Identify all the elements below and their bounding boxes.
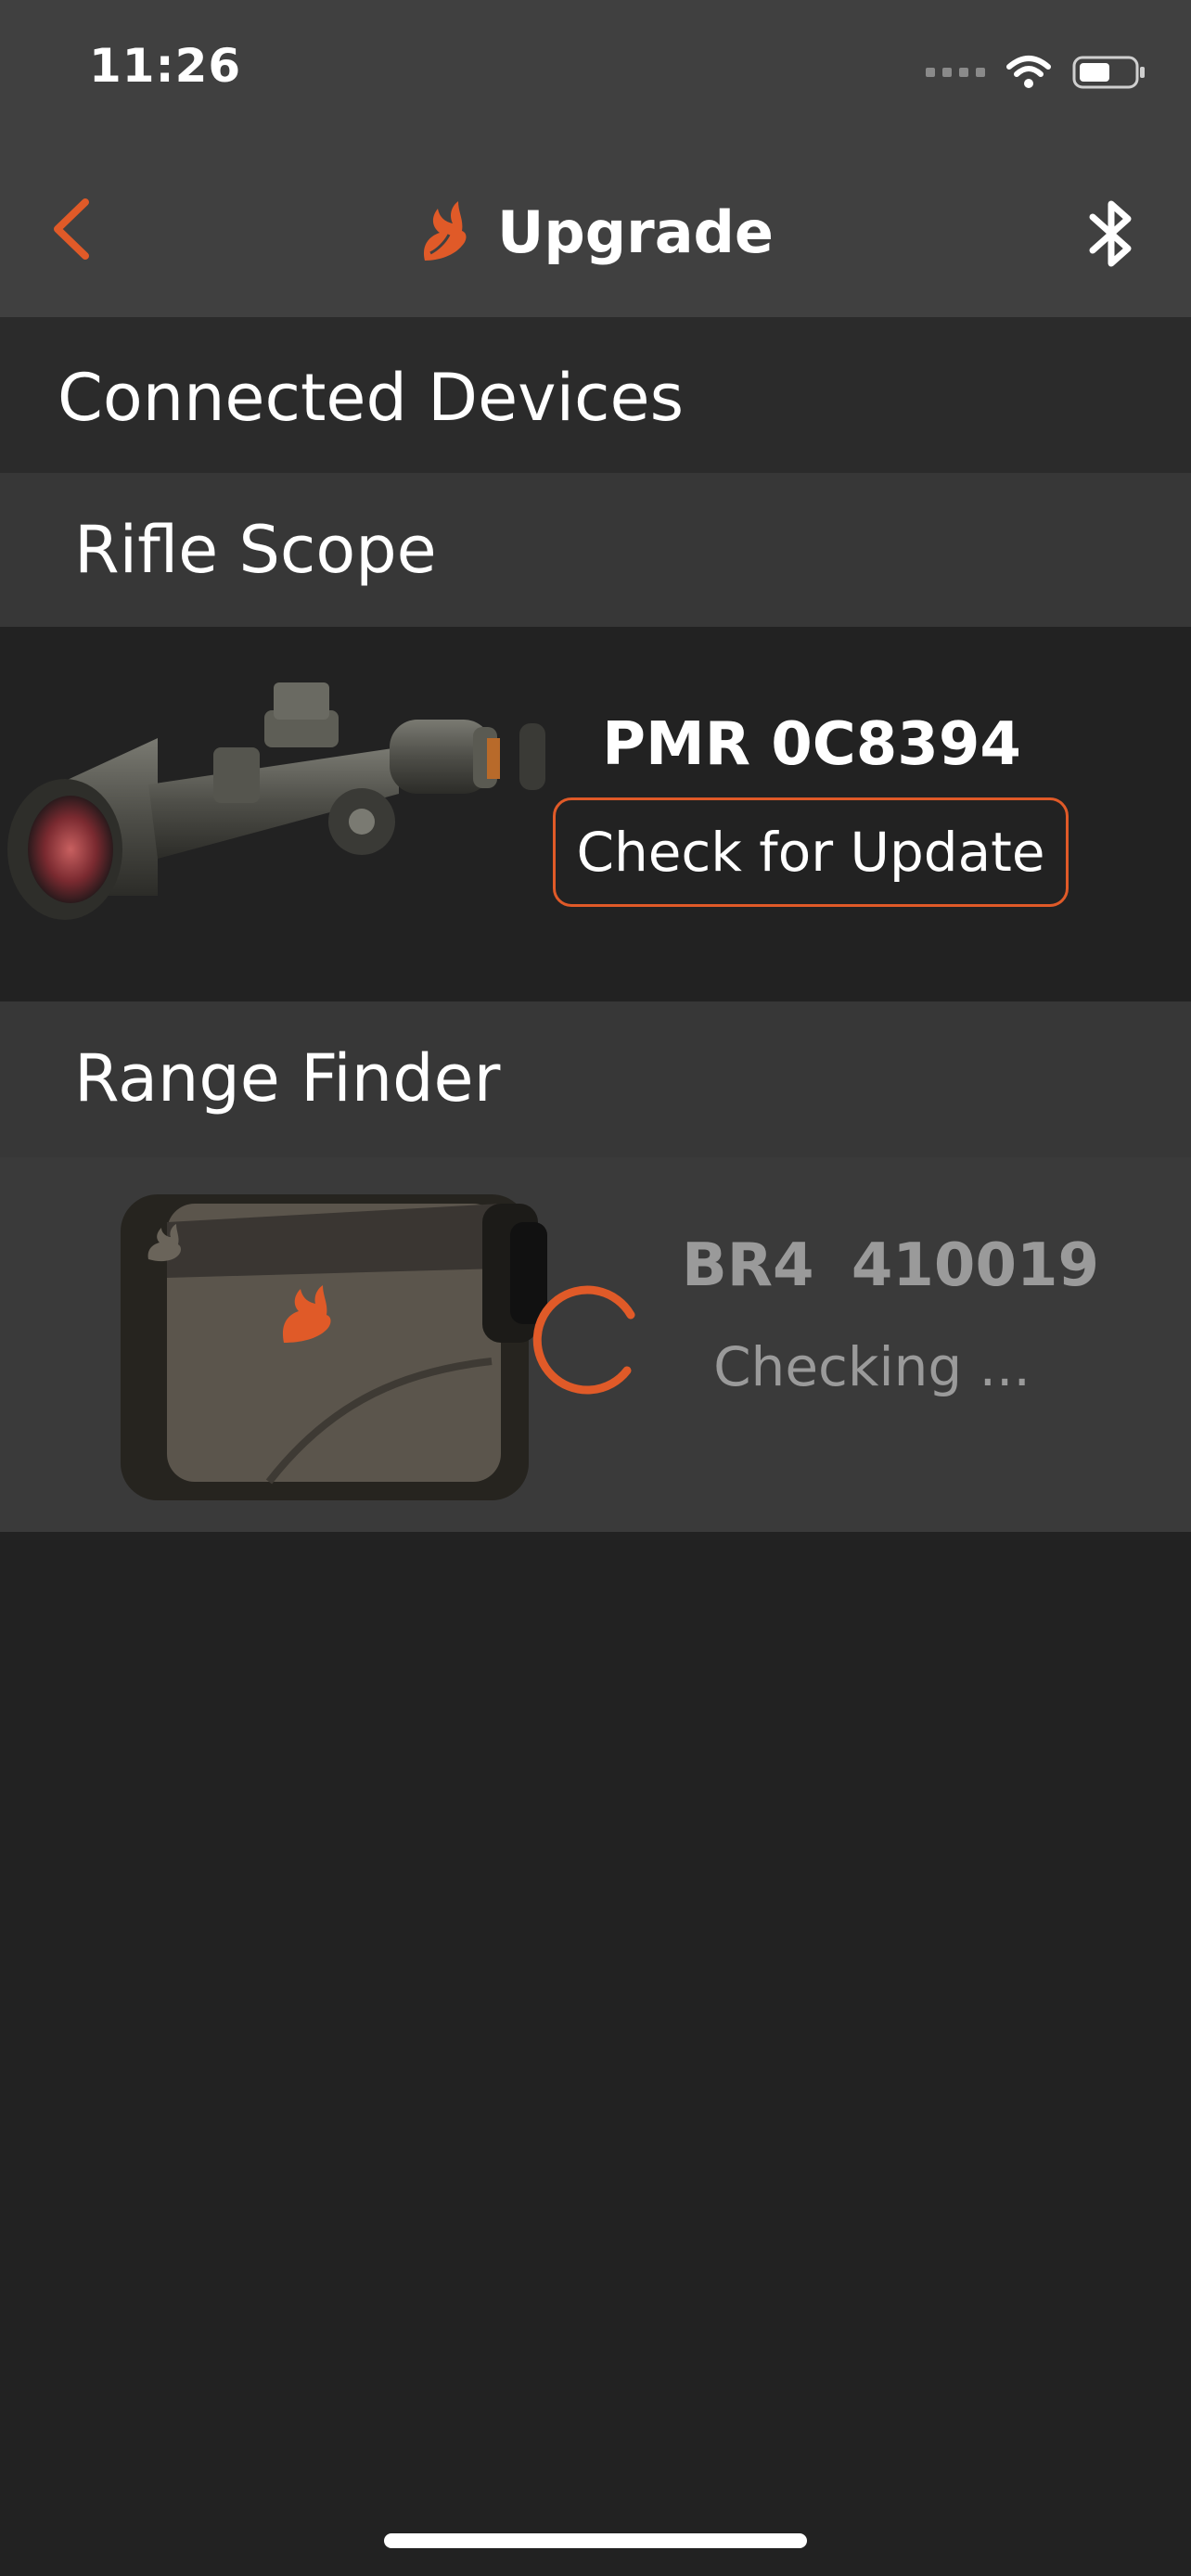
status-time: 11:26 bbox=[89, 39, 242, 93]
cellular-signal-icon bbox=[926, 68, 985, 77]
group-title-rifle-scope: Rifle Scope bbox=[74, 512, 437, 588]
device-name-scope: PMR 0C8394 bbox=[602, 710, 1021, 779]
wifi-icon bbox=[1006, 56, 1051, 88]
battery-icon bbox=[1072, 56, 1145, 89]
device-name-range-finder: BR4 410019 bbox=[681, 1231, 1100, 1300]
status-indicators bbox=[926, 46, 1146, 98]
page-title: Upgrade bbox=[497, 198, 774, 266]
group-title-range-finder: Range Finder bbox=[74, 1040, 501, 1116]
nav-title-group: Upgrade bbox=[0, 195, 1191, 269]
rifle-scope-image bbox=[7, 682, 545, 920]
device-row-range-finder: BR4 410019 Checking ... bbox=[0, 1157, 1191, 1532]
loading-spinner-icon bbox=[532, 1285, 635, 1395]
range-finder-image bbox=[121, 1194, 547, 1500]
bluetooth-icon bbox=[1089, 200, 1132, 267]
check-for-update-button[interactable]: Check for Update bbox=[553, 797, 1069, 907]
connected-devices-header: Connected Devices bbox=[0, 317, 1191, 473]
brand-logo-icon bbox=[423, 201, 467, 261]
range-finder-header: Range Finder bbox=[0, 1001, 1191, 1157]
nav-bar: Upgrade bbox=[0, 139, 1191, 317]
device-row-rifle-scope: PMR 0C8394 Check for Update bbox=[0, 627, 1191, 1001]
status-text-checking: Checking ... bbox=[713, 1335, 1031, 1398]
section-title: Connected Devices bbox=[58, 360, 685, 436]
home-indicator[interactable] bbox=[384, 2533, 807, 2548]
status-bar: 11:26 bbox=[0, 0, 1191, 139]
bluetooth-button[interactable] bbox=[1080, 193, 1145, 276]
rifle-scope-header: Rifle Scope bbox=[0, 473, 1191, 629]
